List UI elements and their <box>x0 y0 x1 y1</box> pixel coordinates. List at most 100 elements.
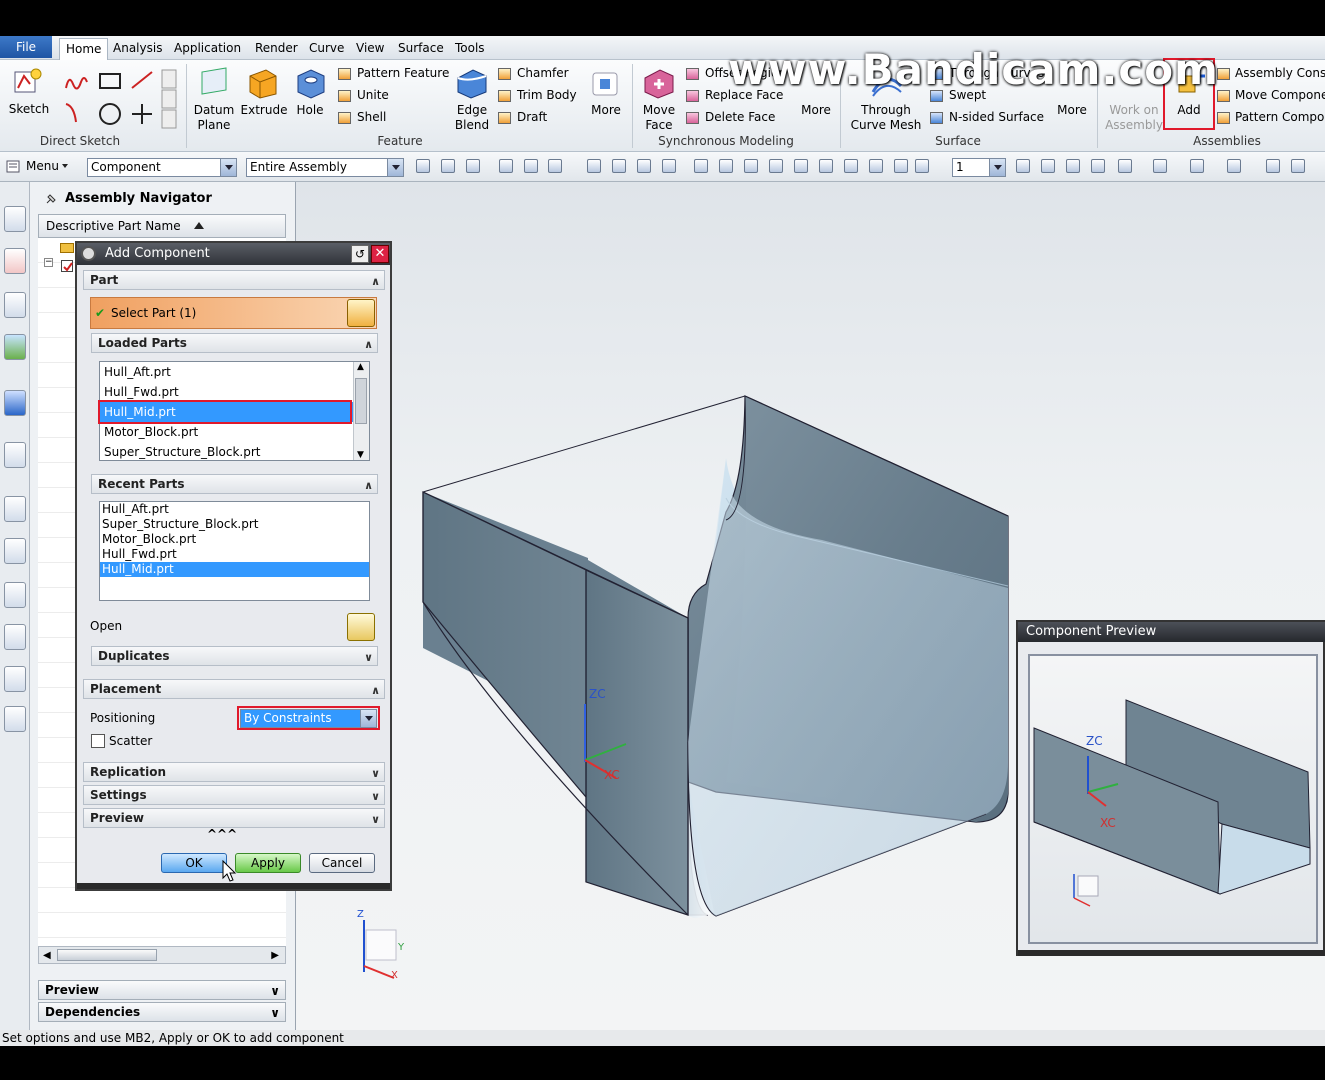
ok-button[interactable]: OK <box>161 853 227 873</box>
assembly-navigator-icon[interactable] <box>4 248 26 274</box>
chevron-down-icon[interactable] <box>989 159 1005 176</box>
close-icon[interactable]: ✕ <box>371 245 389 263</box>
chevron-down-icon[interactable]: ∨ <box>371 811 380 829</box>
through-curve-mesh-label[interactable]: Through Curve Mesh <box>848 103 924 133</box>
pattern-feature-icon[interactable] <box>338 68 351 80</box>
wcs-icon[interactable] <box>1266 159 1280 173</box>
chevron-up-icon[interactable]: ∧ <box>371 682 380 700</box>
navigator-horizontal-scrollbar[interactable]: ◀ ▶ <box>38 946 286 964</box>
select-part-row[interactable]: ✔ Select Part (1) <box>90 297 377 329</box>
replace-face-icon[interactable] <box>686 90 699 102</box>
sort-ascending-icon[interactable] <box>194 222 204 229</box>
pattern-component-icon[interactable] <box>1217 112 1230 124</box>
offset-region-icon[interactable] <box>686 68 699 80</box>
chamfer-label[interactable]: Chamfer <box>517 66 569 80</box>
scroll-up-icon[interactable]: ▲ <box>357 362 364 372</box>
pan-view-icon[interactable] <box>1091 159 1105 173</box>
fit-icon[interactable] <box>1016 159 1030 173</box>
preview-section-header[interactable]: Preview ∨ <box>83 808 385 828</box>
recent-parts-list[interactable]: Hull_Aft.prt Super_Structure_Block.prt M… <box>99 501 370 601</box>
menu-button[interactable]: Menu <box>26 159 59 173</box>
scatter-checkbox[interactable] <box>91 734 105 748</box>
n-sided-surface-icon[interactable] <box>930 112 943 124</box>
view-orientation-icon[interactable] <box>1118 159 1132 173</box>
tab-tools[interactable]: Tools <box>449 38 491 60</box>
chevron-down-icon[interactable] <box>220 159 236 176</box>
trim-body-label[interactable]: Trim Body <box>517 88 577 102</box>
unite-label[interactable]: Unite <box>357 88 389 102</box>
cube-icon[interactable] <box>612 159 626 173</box>
scroll-down-icon[interactable]: ▼ <box>357 450 364 460</box>
list-item[interactable]: Super_Structure_Block.prt <box>100 442 369 462</box>
roles-icon[interactable] <box>4 666 26 692</box>
select-icon[interactable] <box>466 159 480 173</box>
work-layer-dropdown[interactable]: 1 <box>952 158 1006 177</box>
history-icon[interactable] <box>4 496 26 522</box>
sketch-curve-tools[interactable] <box>62 68 182 132</box>
file-menu-button[interactable]: File <box>0 36 52 58</box>
point-icon[interactable] <box>744 159 758 173</box>
datum-plane-icon[interactable] <box>198 66 230 100</box>
gear-icon[interactable] <box>81 246 96 261</box>
draft-icon[interactable] <box>498 112 511 124</box>
duplicates-header[interactable]: Duplicates ∨ <box>91 646 378 666</box>
edit-section-icon[interactable] <box>1190 159 1204 173</box>
intersection-icon[interactable] <box>769 159 783 173</box>
chevron-up-icon[interactable]: ∧ <box>364 477 373 495</box>
sketch-icon[interactable] <box>12 66 44 98</box>
shell-label[interactable]: Shell <box>357 110 386 124</box>
chevron-up-icon[interactable]: ∧ <box>371 273 380 291</box>
chevron-down-icon[interactable] <box>387 159 403 176</box>
extend-icon[interactable] <box>524 159 538 173</box>
sync-more-label[interactable]: More <box>796 103 836 118</box>
tree-checkbox[interactable] <box>61 260 73 272</box>
move-icon[interactable] <box>637 159 651 173</box>
type-filter-dropdown[interactable]: Component <box>87 158 237 177</box>
grid-icon[interactable] <box>915 159 929 173</box>
menu-dropdown-arrow[interactable] <box>62 164 68 168</box>
reuse-library-icon[interactable] <box>4 334 26 360</box>
collapse-all-icon[interactable]: ^^^ <box>207 827 237 841</box>
placement-section-header[interactable]: Placement ∧ <box>83 679 385 699</box>
reset-icon[interactable]: ↺ <box>351 245 369 263</box>
pan-icon[interactable] <box>662 159 676 173</box>
move-face-icon[interactable] <box>642 66 676 100</box>
cancel-button[interactable]: Cancel <box>309 853 375 873</box>
show-hide-icon[interactable] <box>1227 159 1241 173</box>
pattern-component-label[interactable]: Pattern Compo <box>1235 110 1324 124</box>
web-browser-icon[interactable] <box>4 442 26 468</box>
tab-view[interactable]: View <box>350 38 390 60</box>
chevron-down-icon[interactable]: ∨ <box>364 649 373 667</box>
draft-label[interactable]: Draft <box>517 110 547 124</box>
face-icon[interactable] <box>869 159 883 173</box>
list-item[interactable]: Motor_Block.prt <box>100 422 369 442</box>
list-item[interactable]: Super_Structure_Block.prt <box>100 517 369 532</box>
move-component-label[interactable]: Move Compone <box>1235 88 1325 102</box>
list-item[interactable]: Hull_Aft.prt <box>100 362 369 382</box>
assembly-constraints-label[interactable]: Assembly Cons <box>1235 66 1325 80</box>
list-item[interactable]: Hull_Fwd.prt <box>100 547 369 562</box>
list-item-selected[interactable]: Hull_Mid.prt <box>100 562 369 577</box>
delete-face-label[interactable]: Delete Face <box>705 110 775 124</box>
tab-surface[interactable]: Surface <box>392 38 450 60</box>
scroll-left-icon[interactable]: ◀ <box>43 950 51 961</box>
n-sided-surface-label[interactable]: N-sided Surface <box>949 110 1044 124</box>
orient-wcs-icon[interactable] <box>1291 159 1305 173</box>
navigator-pin-icon[interactable] <box>44 192 58 206</box>
lasso-icon[interactable] <box>499 159 513 173</box>
tree-collapse-icon[interactable]: − <box>44 258 53 267</box>
loaded-parts-scrollbar[interactable]: ▲ ▼ <box>353 362 369 460</box>
tab-curve[interactable]: Curve <box>303 38 350 60</box>
navigator-preview-section[interactable]: Preview ∨ <box>38 980 286 1000</box>
process-studio-icon[interactable] <box>4 582 26 608</box>
chevron-up-icon[interactable]: ∧ <box>364 336 373 354</box>
scrollbar-thumb[interactable] <box>57 949 157 961</box>
datum-plane-label[interactable]: Datum Plane <box>190 103 238 133</box>
pattern-feature-label[interactable]: Pattern Feature <box>357 66 449 80</box>
delete-face-icon[interactable] <box>686 112 699 124</box>
chamfer-icon[interactable] <box>498 68 511 80</box>
feature-more-icon[interactable] <box>590 70 620 98</box>
tab-analysis[interactable]: Analysis <box>107 38 168 60</box>
loaded-parts-header[interactable]: Loaded Parts ∧ <box>91 333 378 353</box>
quadrant-icon[interactable] <box>819 159 833 173</box>
